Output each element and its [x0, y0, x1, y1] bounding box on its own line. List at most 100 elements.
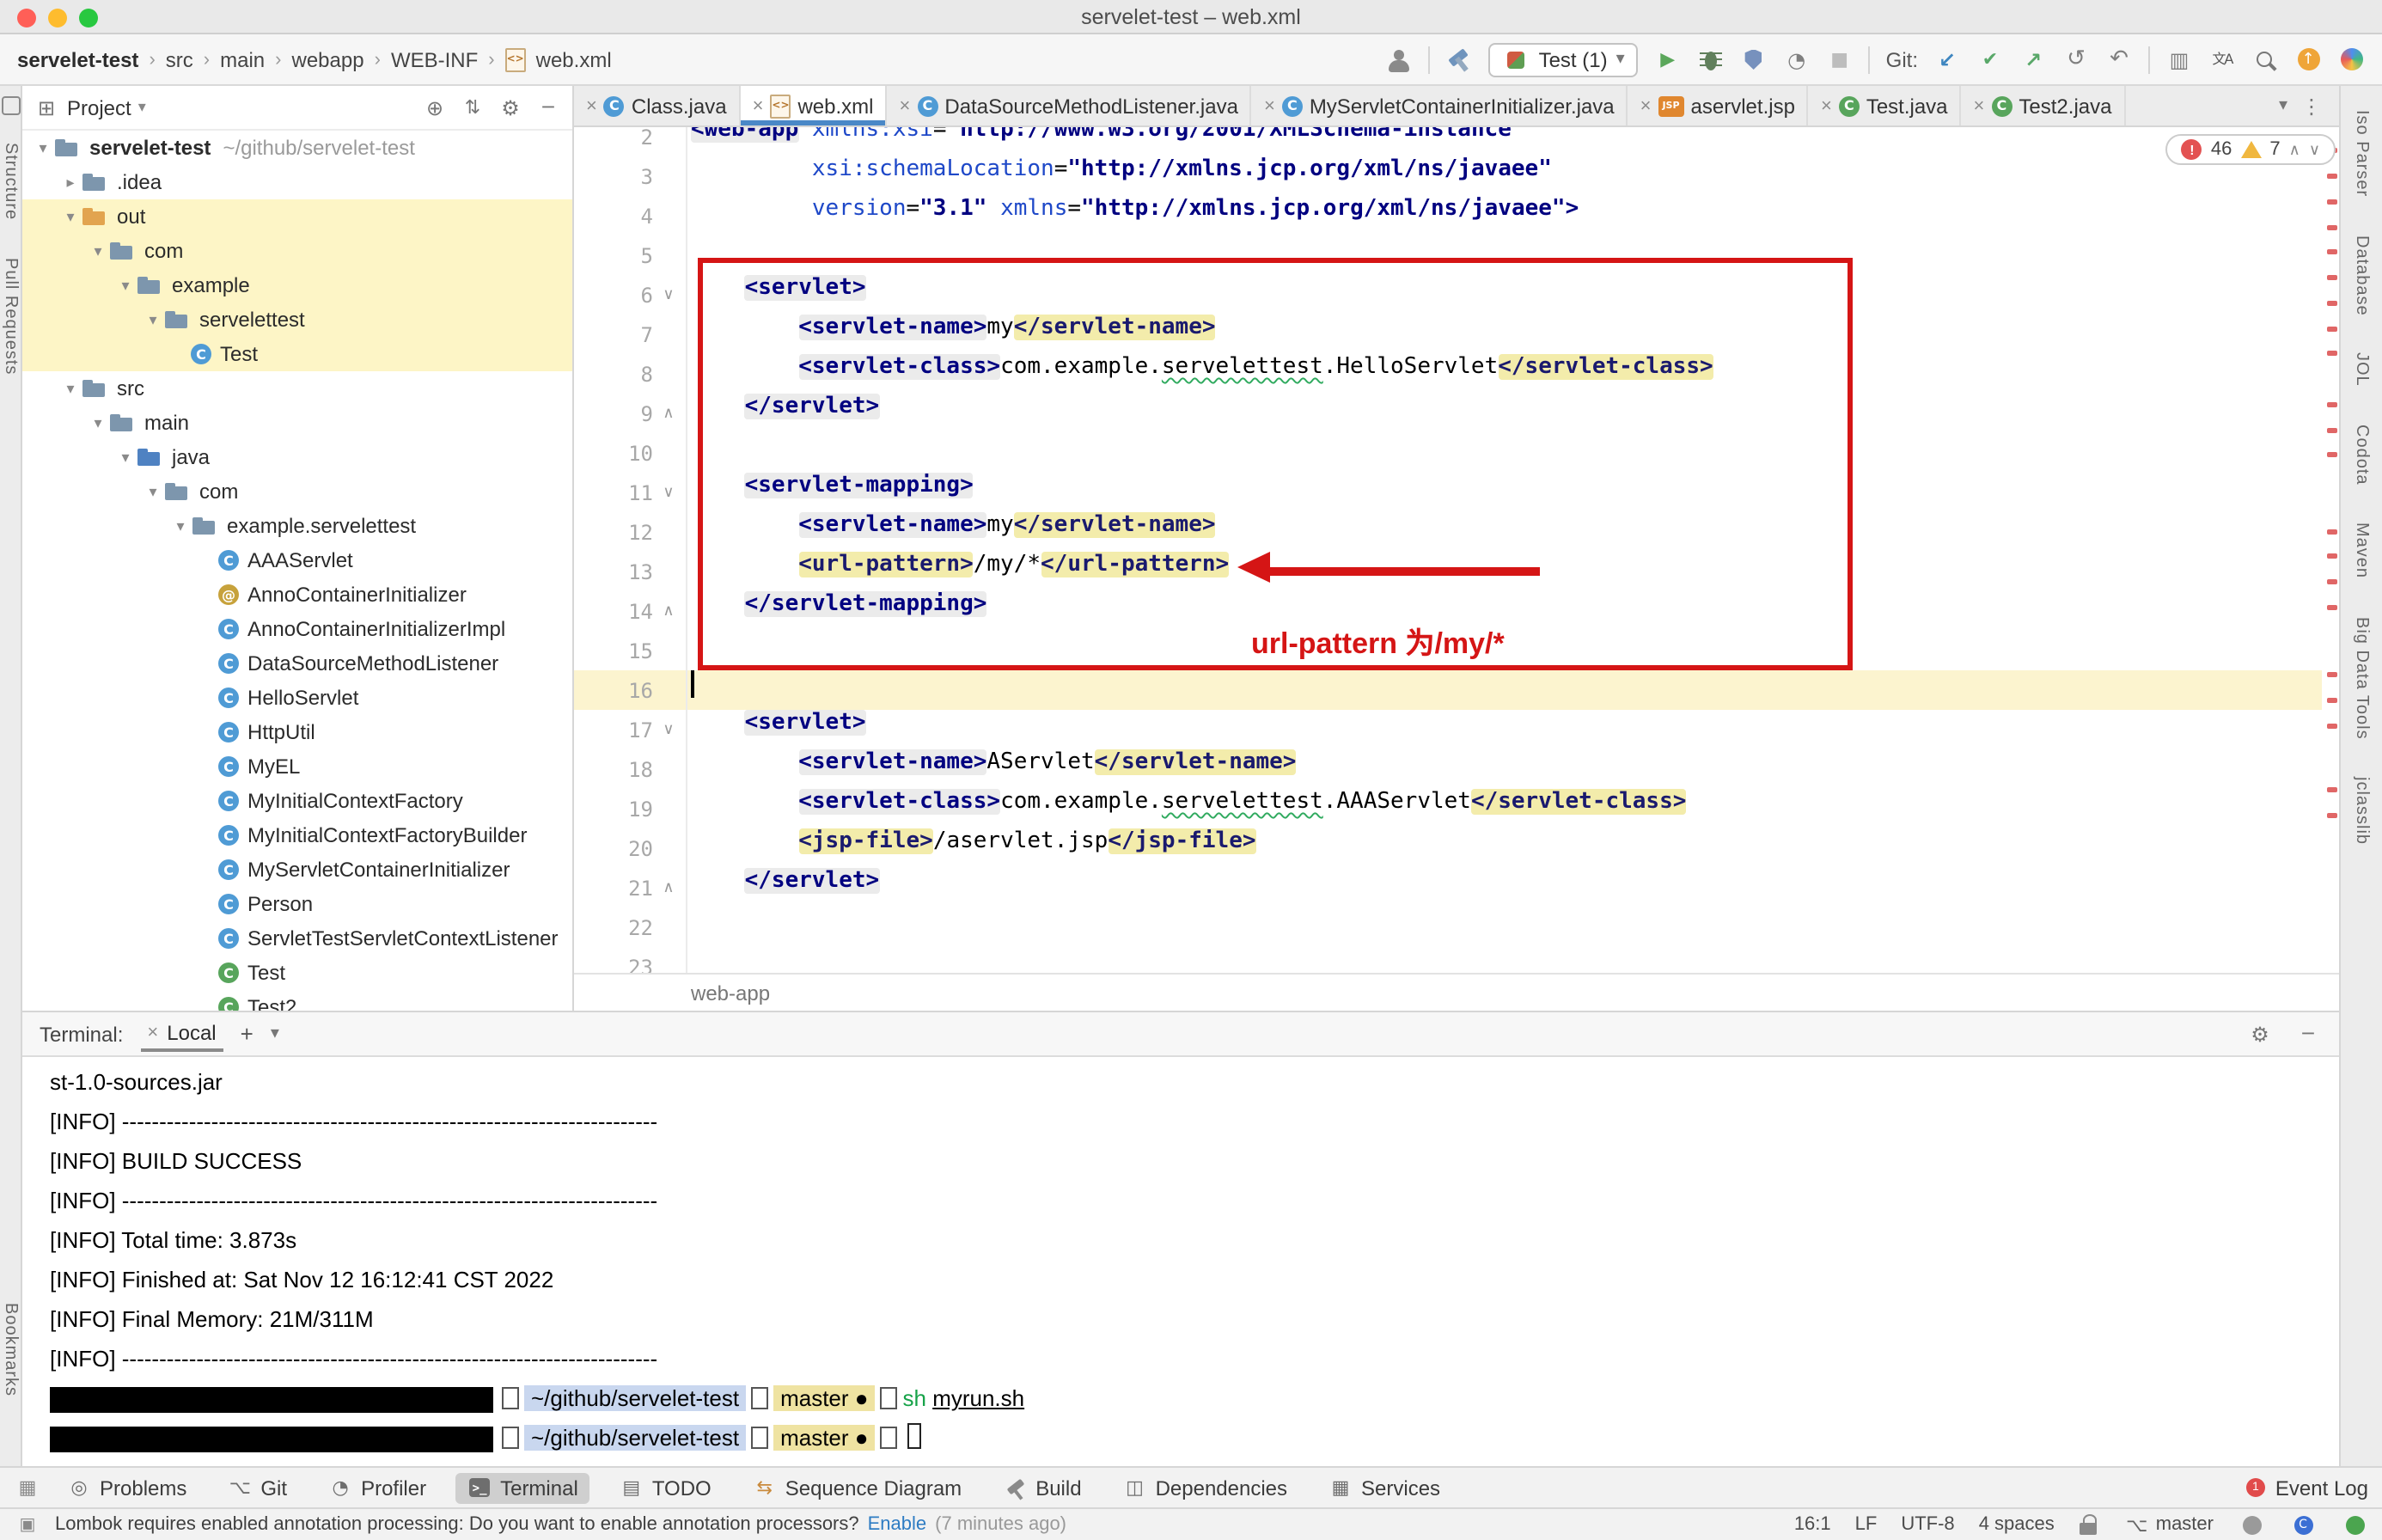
code-line[interactable]: 20 <jsp-file>/aservlet.jsp</jsp-file>	[574, 828, 2322, 868]
close-icon[interactable]: ×	[1264, 95, 1275, 116]
tree-item[interactable]: MyEL	[22, 749, 572, 784]
chevron-down-icon[interactable]: ▾	[60, 207, 81, 226]
code-line[interactable]: 2<web-app xmlns:xsi="http://www.w3.org/2…	[574, 127, 2322, 156]
fold-marker-icon[interactable]: ∨	[657, 473, 681, 512]
code-line[interactable]: 19 <servlet-class>com.example.servelette…	[574, 789, 2322, 828]
caret-position[interactable]: 16:1	[1794, 1514, 1831, 1535]
terminal-dropdown-icon[interactable]: ▾	[271, 1024, 279, 1043]
chevron-down-icon[interactable]: ▾	[170, 516, 191, 535]
fold-marker-icon[interactable]: ∧	[657, 394, 681, 433]
terminal-output[interactable]: st-1.0-sources.jar[INFO] ---------------…	[22, 1057, 2339, 1466]
close-icon[interactable]: ×	[1974, 95, 1985, 116]
tool-windows-toggle-icon[interactable]	[14, 1474, 41, 1501]
close-icon[interactable]: ×	[1640, 95, 1652, 116]
indent-setting[interactable]: 4 spaces	[1979, 1514, 2055, 1535]
tree-item[interactable]: MyInitialContextFactoryBuilder	[22, 818, 572, 852]
layout-icon[interactable]	[2165, 46, 2193, 73]
tree-item[interactable]: Person	[22, 887, 572, 921]
tree-item[interactable]: HttpUtil	[22, 715, 572, 749]
coverage-button[interactable]	[1740, 46, 1768, 73]
breadcrumb-item[interactable]: webapp	[292, 47, 364, 71]
close-icon[interactable]: ×	[753, 95, 764, 116]
editor-tab[interactable]: ×web.xml	[741, 86, 888, 125]
chevron-down-icon[interactable]: ▾	[143, 310, 163, 329]
tree-item[interactable]: AnnoContainerInitializer	[22, 578, 572, 612]
inspections-widget[interactable]: ! 46 7 ∧ ∨	[2166, 134, 2336, 165]
codota-icon[interactable]	[2289, 1511, 2317, 1538]
editor-tab[interactable]: ×Test.java	[1809, 86, 1962, 125]
debug-button[interactable]	[1697, 46, 1725, 73]
tool-stripe-button[interactable]: JOL	[2352, 353, 2371, 388]
tree-item[interactable]: ▸.idea	[22, 165, 572, 199]
search-everywhere-button[interactable]	[2251, 46, 2279, 73]
chevron-down-icon[interactable]: ▾	[138, 98, 146, 117]
fold-marker-icon[interactable]: ∧	[657, 591, 681, 631]
code-line[interactable]: 16	[574, 670, 2322, 710]
history-button[interactable]	[2062, 46, 2090, 73]
tool-window-button-dependencies[interactable]: Dependencies	[1111, 1472, 1299, 1503]
breadcrumb-item[interactable]: servelet-test	[17, 47, 138, 71]
tool-stripe-button[interactable]: Codota	[2352, 425, 2371, 486]
tool-window-button-git[interactable]: Git	[216, 1472, 299, 1503]
editor-tab[interactable]: ×Class.java	[574, 86, 741, 125]
chevron-down-icon[interactable]: ▾	[115, 448, 136, 467]
tree-item[interactable]: ▾java	[22, 440, 572, 474]
locate-icon[interactable]	[421, 94, 449, 121]
tree-item[interactable]: ▾servelettest	[22, 302, 572, 337]
git-push-button[interactable]	[2019, 46, 2047, 73]
translate-icon[interactable]	[2208, 46, 2236, 73]
stop-button[interactable]	[1826, 46, 1854, 73]
code-line[interactable]: 18 <servlet-name>AServlet</servlet-name>	[574, 749, 2322, 789]
editor-tab[interactable]: ×DataSourceMethodListener.java	[888, 86, 1252, 125]
chevron-down-icon[interactable]: ▾	[115, 276, 136, 295]
tree-item[interactable]: ▾out	[22, 199, 572, 234]
chevron-down-icon[interactable]: ▾	[143, 482, 163, 501]
tree-item[interactable]: ServletTestServletContextListener	[22, 921, 572, 956]
tool-window-button-problems[interactable]: Problems	[55, 1472, 198, 1503]
chevron-down-icon[interactable]: ▾	[88, 241, 108, 260]
tree-item[interactable]: MyInitialContextFactory	[22, 784, 572, 818]
rollback-button[interactable]	[2105, 46, 2133, 73]
fold-marker-icon[interactable]: ∨	[657, 710, 681, 749]
tab-options-icon[interactable]	[2298, 92, 2325, 119]
code-line[interactable]: 17∨ <servlet>	[574, 710, 2322, 749]
new-terminal-button[interactable]: +	[241, 1021, 253, 1047]
breadcrumb-item[interactable]: web.xml	[536, 47, 612, 71]
git-commit-button[interactable]	[1976, 46, 2004, 73]
chevron-down-icon[interactable]: ▾	[33, 138, 53, 157]
chevron-down-icon[interactable]: ▾	[60, 379, 81, 398]
tool-stripe-button[interactable]: Maven	[2352, 523, 2371, 579]
close-icon[interactable]: ×	[147, 1023, 158, 1043]
tool-stripe-button[interactable]: Iso Parser	[2352, 110, 2371, 197]
fold-marker-icon[interactable]: ∨	[657, 275, 681, 315]
tree-item[interactable]: ▾example.servelettest	[22, 509, 572, 543]
tool-window-button-services[interactable]: Services	[1316, 1472, 1452, 1503]
tree-item[interactable]: ▾main	[22, 406, 572, 440]
status-bar-icon[interactable]	[14, 1511, 41, 1538]
close-icon[interactable]: ×	[1821, 95, 1832, 116]
editor-breadcrumbs[interactable]: web-app	[574, 973, 2339, 1011]
hide-terminal-button[interactable]	[2294, 1020, 2322, 1048]
tree-item[interactable]: ▾example	[22, 268, 572, 302]
line-separator[interactable]: LF	[1855, 1514, 1878, 1535]
tool-stripe-button[interactable]: Database	[2352, 235, 2371, 315]
terminal-settings-icon[interactable]	[2246, 1020, 2274, 1048]
tree-item[interactable]: AAAServlet	[22, 543, 572, 578]
tree-item[interactable]: ▾com	[22, 234, 572, 268]
tool-window-button-terminal[interactable]: Terminal	[455, 1472, 590, 1503]
gradle-icon[interactable]	[2238, 1511, 2265, 1538]
gear-icon[interactable]	[497, 94, 524, 121]
code-line[interactable]: 3 xsi:schemaLocation="http://xmlns.jcp.o…	[574, 156, 2322, 196]
breadcrumb-item[interactable]: main	[220, 47, 265, 71]
tool-window-button-profiler[interactable]: Profiler	[316, 1472, 438, 1503]
terminal-tab-local[interactable]: × Local	[140, 1016, 223, 1052]
git-branch-widget[interactable]: master	[2123, 1511, 2214, 1538]
collapse-all-icon[interactable]	[459, 94, 486, 121]
code-line[interactable]: 23	[574, 947, 2322, 973]
tool-window-button-build[interactable]: Build	[991, 1472, 1093, 1503]
project-stripe-icon[interactable]	[1, 96, 20, 115]
editor-body[interactable]: 2<web-app xmlns:xsi="http://www.w3.org/2…	[574, 127, 2339, 973]
plugin-logo-icon[interactable]	[2337, 46, 2365, 73]
breadcrumb-item[interactable]: src	[166, 47, 193, 71]
chevron-right-icon[interactable]: ▸	[60, 173, 81, 192]
